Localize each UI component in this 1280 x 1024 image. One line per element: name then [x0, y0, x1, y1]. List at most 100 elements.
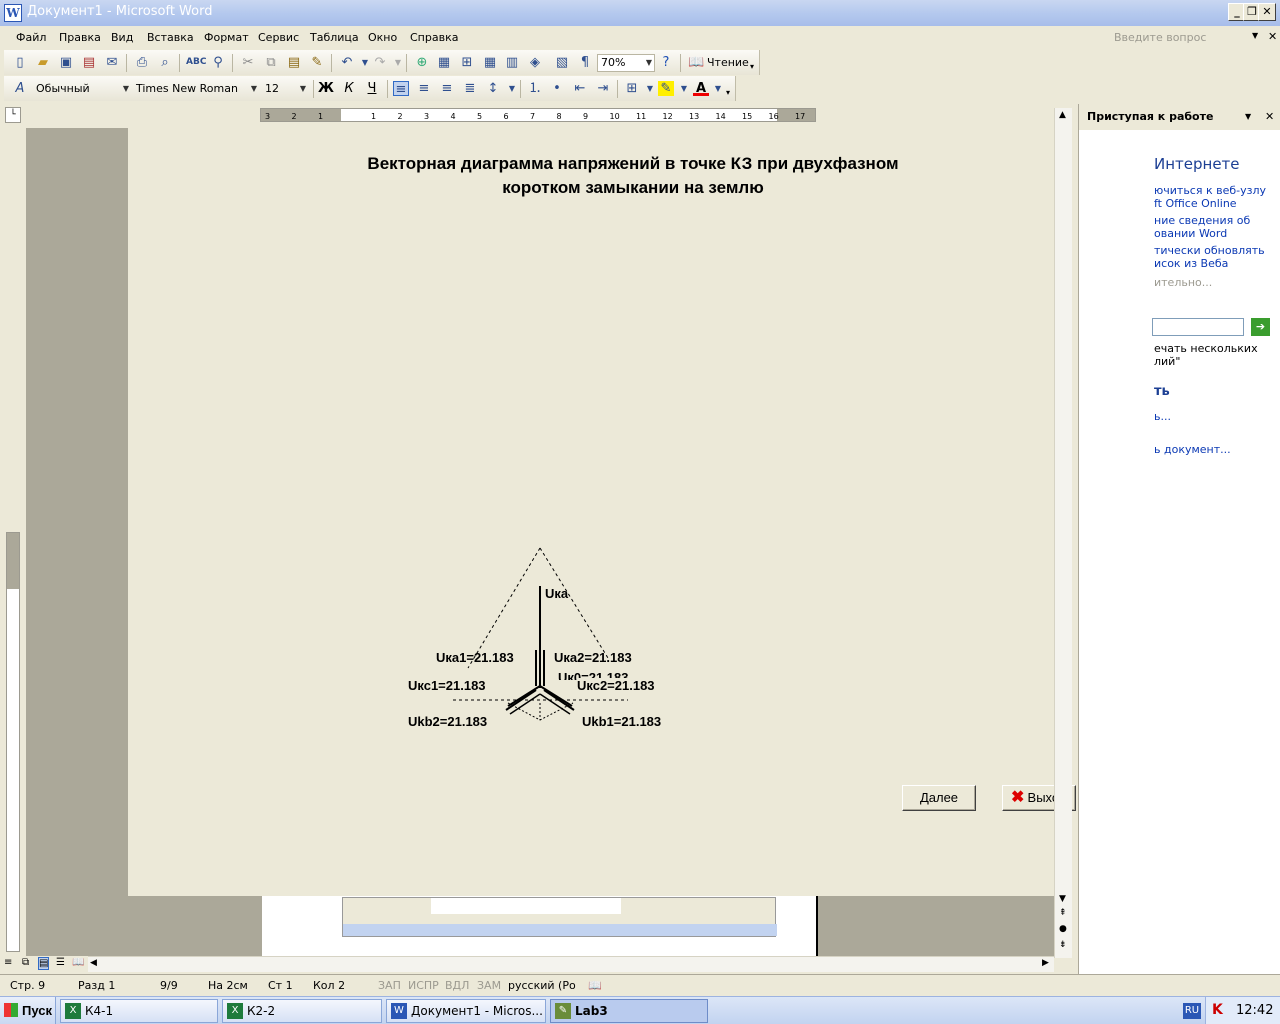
bold-button[interactable]: Ж	[318, 81, 334, 96]
ask-question-box[interactable]: Введите вопрос	[1114, 31, 1206, 44]
menu-insert[interactable]: Вставка	[147, 31, 194, 44]
formatting-options-icon[interactable]: ▾	[726, 88, 730, 97]
vertical-scrollbar[interactable]: ▲ ▼ ⇞ ● ⇟	[1054, 108, 1072, 958]
email-icon[interactable]: ✉	[104, 55, 120, 70]
new-document-icon[interactable]: ▯	[12, 55, 28, 70]
ask-dropdown-icon[interactable]: ▼	[1252, 31, 1258, 40]
print-layout-icon[interactable]: ▤	[38, 957, 50, 970]
cut-icon[interactable]: ✂	[240, 55, 256, 70]
reading-mode-button[interactable]: Чтение	[707, 56, 749, 69]
tp-link-open[interactable]: ь...	[1154, 410, 1171, 423]
scroll-left-icon[interactable]: ◀	[90, 958, 97, 968]
prev-page-icon[interactable]: ⇞	[1059, 908, 1067, 918]
columns-icon[interactable]: ▥	[504, 55, 520, 70]
copy-icon[interactable]: ⧉	[263, 55, 279, 70]
next-page-icon[interactable]: ⇟	[1059, 940, 1067, 950]
scroll-up-icon[interactable]: ▲	[1059, 110, 1066, 120]
tp-link-4[interactable]: овании Word	[1154, 227, 1227, 240]
font-color-dropdown-icon[interactable]: ▼	[710, 81, 726, 96]
italic-button[interactable]: К	[341, 81, 357, 96]
horizontal-scrollbar[interactable]: ◀ ▶	[88, 956, 1054, 972]
highlight-icon[interactable]: ✎	[658, 81, 674, 96]
paste-icon[interactable]: ▤	[286, 55, 302, 70]
menu-file[interactable]: Файл	[16, 31, 46, 44]
menu-help[interactable]: Справка	[410, 31, 458, 44]
borders-dropdown-icon[interactable]: ▼	[642, 81, 658, 96]
align-left-icon[interactable]: ≡	[393, 81, 409, 97]
status-ext[interactable]: ВДЛ	[445, 979, 469, 992]
styles-icon[interactable]: A	[12, 81, 28, 96]
tp-link-1[interactable]: ючиться к веб-узлу	[1154, 184, 1266, 197]
language-indicator[interactable]: RU	[1183, 1003, 1201, 1019]
print-preview-icon[interactable]: ⌕	[157, 55, 173, 70]
tp-search-input[interactable]	[1152, 318, 1244, 336]
print-icon[interactable]: ⎙	[134, 55, 150, 70]
decrease-indent-icon[interactable]: ⇤	[572, 81, 588, 96]
tp-search-go-icon[interactable]: ➔	[1251, 318, 1270, 336]
task-k4-1[interactable]: X К4-1	[60, 999, 218, 1023]
show-formatting-icon[interactable]: ¶	[577, 55, 593, 70]
open-folder-icon[interactable]: ▰	[35, 55, 51, 70]
bullets-icon[interactable]: •	[549, 81, 565, 96]
font-select[interactable]: Times New Roman ▼	[132, 80, 260, 98]
menu-window[interactable]: Окно	[368, 31, 397, 44]
insert-table-icon[interactable]: ⊞	[459, 55, 475, 70]
line-spacing-dropdown-icon[interactable]: ▼	[504, 81, 520, 96]
status-trk[interactable]: ИСПР	[408, 979, 439, 992]
drawing-icon[interactable]: ◈	[527, 55, 543, 70]
font-color-icon[interactable]: A	[693, 81, 709, 96]
tp-link-3[interactable]: ние сведения об	[1154, 214, 1250, 227]
task-pane-dropdown-icon[interactable]: ▼	[1245, 104, 1251, 130]
vertical-ruler[interactable]	[6, 532, 20, 952]
scroll-down-icon[interactable]: ▼	[1059, 894, 1066, 904]
browse-object-icon[interactable]: ●	[1059, 924, 1067, 934]
underline-button[interactable]: Ч	[364, 81, 380, 96]
tp-link-more[interactable]: ительно...	[1154, 276, 1212, 289]
tables-borders-icon[interactable]: ▦	[436, 55, 452, 70]
help-icon[interactable]: ?	[658, 55, 674, 70]
permission-icon[interactable]: ▤	[81, 55, 97, 70]
menu-table[interactable]: Таблица	[310, 31, 359, 44]
undo-icon[interactable]: ↶	[339, 55, 355, 70]
normal-view-icon[interactable]: ≡	[4, 957, 12, 968]
justify-icon[interactable]: ≣	[462, 81, 478, 96]
spelling-icon[interactable]: ABC	[186, 55, 206, 70]
menu-tools[interactable]: Сервис	[258, 31, 299, 44]
redo-dropdown-icon[interactable]: ▼	[390, 55, 406, 70]
hyperlink-icon[interactable]: ⊕	[414, 55, 430, 70]
zoom-select[interactable]: 70% ▼	[597, 54, 655, 72]
undo-dropdown-icon[interactable]: ▼	[357, 55, 373, 70]
horizontal-ruler[interactable]: 3 2 1 1 2 3 4 5 6 7 8 9 10 11 12 13 14 15 16 17	[260, 108, 816, 122]
scroll-right-icon[interactable]: ▶	[1042, 958, 1049, 968]
task-k2-2[interactable]: X К2-2	[222, 999, 382, 1023]
next-button[interactable]: Далее	[902, 785, 976, 811]
spelling-status-icon[interactable]: 📖	[588, 979, 602, 992]
outline-view-icon[interactable]: ☰	[56, 957, 65, 968]
numbering-icon[interactable]: ⒈	[527, 81, 543, 96]
reading-view-icon[interactable]: 📖	[72, 957, 84, 968]
word-app-icon[interactable]: W	[4, 4, 22, 22]
insert-excel-icon[interactable]: ▦	[482, 55, 498, 70]
doc-close-icon[interactable]: ✕	[1268, 30, 1277, 43]
status-ovr[interactable]: ЗАМ	[477, 979, 501, 992]
tp-link-5[interactable]: тически обновлять	[1154, 244, 1265, 257]
line-spacing-icon[interactable]: ↕	[485, 81, 501, 96]
highlight-dropdown-icon[interactable]: ▼	[676, 81, 692, 96]
borders-icon[interactable]: ⊞	[624, 81, 640, 96]
research-icon[interactable]: ⚲	[210, 55, 226, 70]
task-document1[interactable]: W Документ1 - Micros...	[386, 999, 546, 1023]
align-center-icon[interactable]: ≡	[416, 81, 432, 96]
reading-icon[interactable]: 📖	[688, 55, 704, 70]
save-icon[interactable]: ▣	[58, 55, 74, 70]
task-lab3[interactable]: ✎ Lab3	[550, 999, 708, 1023]
menu-edit[interactable]: Правка	[59, 31, 101, 44]
tp-link-new-doc[interactable]: ь документ...	[1154, 443, 1231, 456]
font-size-select[interactable]: 12 ▼	[261, 80, 309, 98]
tab-selector[interactable]: └	[5, 107, 21, 123]
format-painter-icon[interactable]: ✎	[309, 55, 325, 70]
tp-link-6[interactable]: исок из Веба	[1154, 257, 1228, 270]
antivirus-icon[interactable]: K	[1212, 1002, 1223, 1018]
align-right-icon[interactable]: ≡	[439, 81, 455, 96]
toolbar-options-icon[interactable]: ▾	[750, 62, 754, 71]
menu-format[interactable]: Формат	[204, 31, 249, 44]
